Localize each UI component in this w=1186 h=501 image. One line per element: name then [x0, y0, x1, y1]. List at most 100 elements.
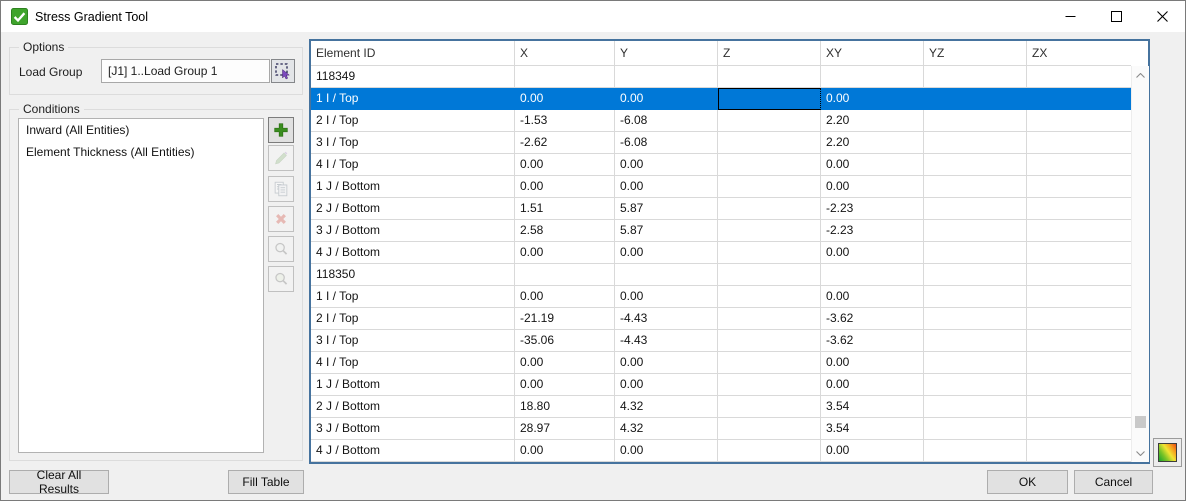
delete-condition-button[interactable]	[268, 206, 294, 232]
value-cell[interactable]: 2.20	[821, 132, 924, 154]
value-cell[interactable]	[924, 374, 1027, 396]
value-cell[interactable]	[924, 176, 1027, 198]
value-cell[interactable]: 0.00	[821, 374, 924, 396]
value-cell[interactable]: -1.53	[515, 110, 615, 132]
row-label-cell[interactable]: 1 J / Bottom	[311, 374, 515, 396]
value-cell[interactable]	[1027, 132, 1131, 154]
row-label-cell[interactable]: 3 J / Bottom	[311, 220, 515, 242]
table-row[interactable]: 2 I / Top-21.19-4.43-3.62	[311, 308, 1131, 330]
value-cell[interactable]: 2.20	[821, 110, 924, 132]
value-cell[interactable]	[821, 66, 924, 88]
table-row[interactable]: 1 I / Top0.000.000.00	[311, 286, 1131, 308]
value-cell[interactable]	[924, 330, 1027, 352]
value-cell[interactable]	[1027, 66, 1131, 88]
column-header-element-id[interactable]: Element ID	[311, 41, 515, 66]
value-cell[interactable]	[718, 308, 821, 330]
value-cell[interactable]: -35.06	[515, 330, 615, 352]
conditions-list[interactable]: Inward (All Entities) Element Thickness …	[18, 118, 264, 453]
scrollbar-thumb[interactable]	[1135, 416, 1146, 428]
row-label-cell[interactable]: 2 I / Top	[311, 110, 515, 132]
value-cell[interactable]: 0.00	[515, 176, 615, 198]
value-cell[interactable]: 0.00	[615, 286, 718, 308]
value-cell[interactable]	[1027, 264, 1131, 286]
value-cell[interactable]: 0.00	[515, 374, 615, 396]
value-cell[interactable]	[515, 264, 615, 286]
column-header-zx[interactable]: ZX	[1027, 41, 1131, 66]
value-cell[interactable]: 0.00	[515, 154, 615, 176]
value-cell[interactable]	[1027, 176, 1131, 198]
clear-all-results-button[interactable]: Clear All Results	[9, 470, 109, 494]
value-cell[interactable]: 1.51	[515, 198, 615, 220]
value-cell[interactable]: 3.54	[821, 418, 924, 440]
value-cell[interactable]	[1027, 154, 1131, 176]
scrollbar-up-button[interactable]	[1132, 68, 1149, 82]
value-cell[interactable]	[1027, 418, 1131, 440]
value-cell[interactable]: 0.00	[821, 242, 924, 264]
magnify-button-1[interactable]	[268, 236, 294, 262]
row-label-cell[interactable]: 3 I / Top	[311, 330, 515, 352]
table-row[interactable]: 2 I / Top-1.53-6.082.20	[311, 110, 1131, 132]
value-cell[interactable]: 3.54	[821, 396, 924, 418]
value-cell[interactable]	[924, 440, 1027, 462]
value-cell[interactable]	[924, 88, 1027, 110]
value-cell[interactable]	[615, 66, 718, 88]
load-group-pick-button[interactable]	[271, 59, 295, 83]
value-cell[interactable]: 0.00	[515, 286, 615, 308]
value-cell[interactable]	[718, 132, 821, 154]
condition-item[interactable]: Element Thickness (All Entities)	[19, 141, 263, 163]
value-cell[interactable]	[1027, 286, 1131, 308]
table-row[interactable]: 1 J / Bottom0.000.000.00	[311, 374, 1131, 396]
table-row[interactable]: 3 I / Top-2.62-6.082.20	[311, 132, 1131, 154]
edit-condition-button[interactable]	[268, 145, 294, 171]
value-cell[interactable]: 0.00	[615, 440, 718, 462]
value-cell[interactable]	[718, 352, 821, 374]
row-label-cell[interactable]: 2 J / Bottom	[311, 396, 515, 418]
value-cell[interactable]	[924, 154, 1027, 176]
value-cell[interactable]: 0.00	[615, 154, 718, 176]
value-cell[interactable]	[1027, 308, 1131, 330]
fill-table-button[interactable]: Fill Table	[228, 470, 304, 494]
row-label-cell[interactable]: 3 J / Bottom	[311, 418, 515, 440]
row-label-cell[interactable]: 2 J / Bottom	[311, 198, 515, 220]
value-cell[interactable]: 2.58	[515, 220, 615, 242]
value-cell[interactable]	[718, 396, 821, 418]
minimize-button[interactable]	[1047, 1, 1093, 32]
value-cell[interactable]	[924, 132, 1027, 154]
value-cell[interactable]: -2.23	[821, 220, 924, 242]
table-row[interactable]: 118349	[311, 66, 1131, 88]
value-cell[interactable]	[1027, 88, 1131, 110]
column-header-xy[interactable]: XY	[821, 41, 924, 66]
table-row[interactable]: 118350	[311, 264, 1131, 286]
value-cell[interactable]: 0.00	[821, 286, 924, 308]
value-cell[interactable]: -3.62	[821, 308, 924, 330]
value-cell[interactable]: 0.00	[615, 374, 718, 396]
value-cell[interactable]: 0.00	[615, 88, 718, 110]
condition-item[interactable]: Inward (All Entities)	[19, 119, 263, 141]
row-label-cell[interactable]: 2 I / Top	[311, 308, 515, 330]
vertical-scrollbar[interactable]	[1131, 66, 1149, 462]
value-cell[interactable]	[1027, 220, 1131, 242]
value-cell[interactable]: -2.23	[821, 198, 924, 220]
table-row[interactable]: 4 J / Bottom0.000.000.00	[311, 242, 1131, 264]
row-label-cell[interactable]: 118350	[311, 264, 515, 286]
table-row[interactable]: 2 J / Bottom18.804.323.54	[311, 396, 1131, 418]
table-row[interactable]: 1 I / Top0.000.000.00	[311, 88, 1131, 110]
value-cell[interactable]: -4.43	[615, 308, 718, 330]
row-label-cell[interactable]: 1 I / Top	[311, 88, 515, 110]
value-cell[interactable]: 0.00	[821, 176, 924, 198]
table-row[interactable]: 3 I / Top-35.06-4.43-3.62	[311, 330, 1131, 352]
close-button[interactable]	[1139, 1, 1185, 32]
copy-condition-button[interactable]	[268, 176, 294, 202]
row-label-cell[interactable]: 1 J / Bottom	[311, 176, 515, 198]
value-cell[interactable]	[718, 110, 821, 132]
value-cell[interactable]	[1027, 396, 1131, 418]
column-header-x[interactable]: X	[515, 41, 615, 66]
value-cell[interactable]: 0.00	[515, 88, 615, 110]
value-cell[interactable]	[718, 154, 821, 176]
value-cell[interactable]	[718, 330, 821, 352]
value-cell[interactable]	[924, 308, 1027, 330]
value-cell[interactable]: 18.80	[515, 396, 615, 418]
row-label-cell[interactable]: 4 I / Top	[311, 154, 515, 176]
table-row[interactable]: 3 J / Bottom2.585.87-2.23	[311, 220, 1131, 242]
value-cell[interactable]	[821, 264, 924, 286]
